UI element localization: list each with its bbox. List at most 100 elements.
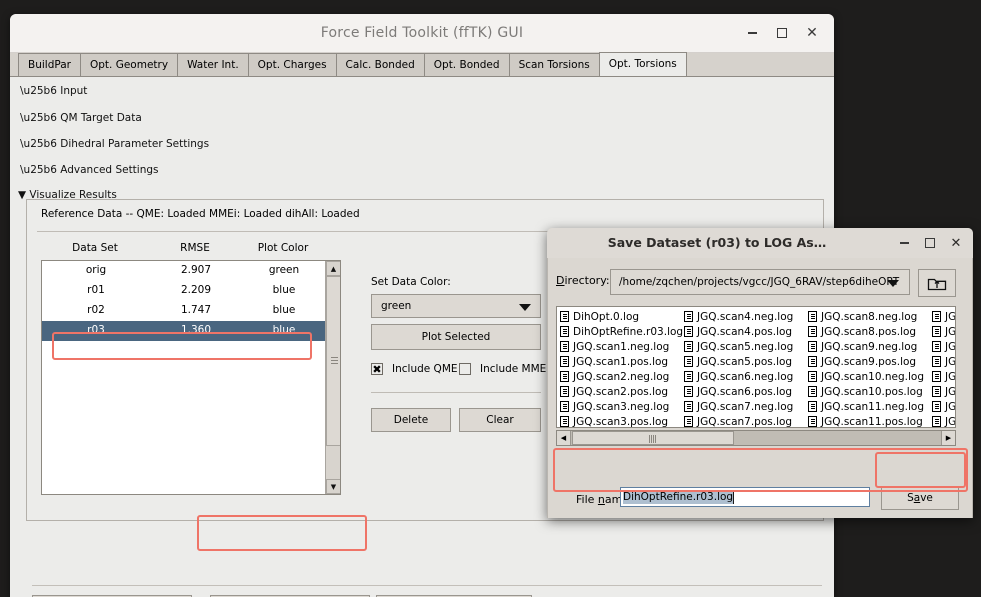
file-list-item[interactable]: JGQ. xyxy=(932,399,955,414)
tab-opt-torsions[interactable]: Opt. Torsions xyxy=(598,52,687,76)
file-list-item[interactable]: JGQ.scan5.pos.log xyxy=(684,354,806,369)
tree-item-dihedral-parameter-settings[interactable]: \u25b6 Dihedral Parameter Settings xyxy=(20,138,209,150)
file-list-item[interactable]: JGQ.scan8.pos.log xyxy=(808,324,930,339)
file-list-item[interactable]: JGQ.scan7.pos.log xyxy=(684,414,806,427)
file-list-item[interactable]: JGQ.scan2.neg.log xyxy=(560,369,682,384)
tree-item-advanced-settings[interactable]: \u25b6 Advanced Settings xyxy=(20,164,159,176)
tab-opt-bonded[interactable]: Opt. Bonded xyxy=(423,53,510,76)
document-icon xyxy=(932,341,941,352)
scroll-left-icon[interactable]: ◀ xyxy=(557,431,571,445)
file-list-horizontal-scrollbar[interactable]: ◀ ▶ xyxy=(556,430,956,446)
table-row-selected[interactable]: r03 1.360 blue xyxy=(42,321,340,341)
scrollbar-thumb[interactable] xyxy=(572,431,734,445)
file-name-label-pre: File xyxy=(576,493,598,506)
column-header-dataset: Data Set xyxy=(72,242,118,254)
folder-up-icon[interactable] xyxy=(918,269,956,297)
tab-water-int[interactable]: Water Int. xyxy=(177,53,249,76)
file-list-item[interactable]: JGQ. xyxy=(932,339,955,354)
scrollbar-thumb[interactable] xyxy=(326,276,340,446)
file-name: JGQ. xyxy=(945,385,956,398)
save-button[interactable]: Sa ve xyxy=(881,486,959,510)
file-name: JGQ.scan11.pos.log xyxy=(821,415,923,428)
file-list-item[interactable]: JGQ.scan11.pos.log xyxy=(808,414,930,428)
file-list-item[interactable]: DihOptRefine.r03.log xyxy=(560,324,683,339)
file-name: JGQ. xyxy=(945,310,956,323)
file-list-item[interactable]: JGQ.scan9.neg.log xyxy=(808,339,930,354)
file-list-item[interactable]: JGQ.scan6.neg.log xyxy=(684,369,806,384)
file-name: JGQ.scan5.neg.log xyxy=(697,340,794,353)
document-icon xyxy=(932,326,941,337)
delete-button[interactable]: Delete xyxy=(371,408,451,432)
file-list-item[interactable]: JGQ. xyxy=(932,324,955,339)
tree-item-input[interactable]: \u25b6 Input xyxy=(20,85,87,97)
plot-color-select[interactable]: green xyxy=(371,294,541,318)
file-name: JGQ.scan2.pos.log xyxy=(573,385,669,398)
file-list-item[interactable]: JGQ. xyxy=(932,309,956,324)
file-list-item[interactable]: JGQ.scan11.neg.log xyxy=(808,399,930,414)
dialog-maximize-button[interactable] xyxy=(921,234,939,252)
file-list-item[interactable]: JGQ.scan3.pos.log xyxy=(560,414,682,427)
tab-opt-geometry[interactable]: Opt. Geometry xyxy=(79,53,179,76)
tab-opt-charges[interactable]: Opt. Charges xyxy=(247,53,337,76)
cell-dataset: r03 xyxy=(87,324,105,336)
file-list-item[interactable]: JGQ.scan7.neg.log xyxy=(684,399,806,414)
file-list-item[interactable]: JGQ.scan5.neg.log xyxy=(684,339,806,354)
dataset-table[interactable]: orig 2.907 green r01 2.209 blue r02 1.74… xyxy=(41,260,341,495)
document-icon xyxy=(684,311,693,322)
maximize-button[interactable] xyxy=(772,23,792,43)
column-header-rmse: RMSE xyxy=(180,242,210,254)
minimize-button[interactable] xyxy=(742,23,762,43)
file-list-item[interactable]: JGQ.scan6.pos.log xyxy=(684,384,806,399)
file-name-input[interactable]: DihOptRefine.r03.log xyxy=(620,487,870,507)
plot-selected-button[interactable]: Plot Selected xyxy=(371,324,541,350)
document-icon xyxy=(808,371,817,382)
tab-buildpar[interactable]: BuildPar xyxy=(18,53,81,76)
file-list-item[interactable]: JGQ.scan3.neg.log xyxy=(560,399,682,414)
file-list-item[interactable]: DihOpt.0.log xyxy=(560,309,682,324)
file-list-item[interactable]: JGQ. xyxy=(932,354,955,369)
tab-calc-bonded[interactable]: Calc. Bonded xyxy=(335,53,425,76)
file-name: JGQ.scan6.pos.log xyxy=(697,385,793,398)
file-list-item[interactable]: JGQ.scan8.neg.log xyxy=(808,309,930,324)
file-list-item[interactable]: JGQ.scan10.pos.log xyxy=(808,384,930,399)
scroll-right-icon[interactable]: ▶ xyxy=(941,431,955,445)
file-list-item[interactable]: JGQ.scan10.neg.log xyxy=(808,369,930,384)
checkbox-mark xyxy=(459,363,471,375)
directory-value: /home/zqchen/projects/vgcc/JGQ_6RAV/step… xyxy=(619,276,900,288)
dialog-close-button[interactable]: ✕ xyxy=(947,234,965,252)
table-vertical-scrollbar[interactable]: ▲ ▼ xyxy=(325,261,340,494)
tab-scan-torsions[interactable]: Scan Torsions xyxy=(508,53,600,76)
main-titlebar: Force Field Toolkit (ffTK) GUI ✕ xyxy=(10,14,834,53)
scroll-up-icon[interactable]: ▲ xyxy=(326,261,340,276)
scroll-down-icon[interactable]: ▼ xyxy=(326,479,340,494)
file-list-item[interactable]: JGQ.scan9.pos.log xyxy=(808,354,930,369)
chevron-down-icon xyxy=(887,280,899,287)
table-row[interactable]: r02 1.747 blue xyxy=(42,301,340,321)
document-icon xyxy=(932,311,941,322)
directory-select[interactable]: /home/zqchen/projects/vgcc/JGQ_6RAV/step… xyxy=(610,269,910,295)
file-list-item[interactable]: JGQ.scan4.pos.log xyxy=(684,324,806,339)
clear-button[interactable]: Clear xyxy=(459,408,541,432)
file-list-item[interactable]: JGQ. xyxy=(932,369,955,384)
file-name: JGQ. xyxy=(945,415,956,428)
include-qme-checkbox[interactable]: ✖ Include QME xyxy=(371,363,458,375)
file-name: JGQ.scan1.neg.log xyxy=(573,340,670,353)
dialog-minimize-button[interactable] xyxy=(895,234,913,252)
document-icon xyxy=(932,401,941,412)
table-row[interactable]: orig 2.907 green xyxy=(42,261,340,281)
file-list-item[interactable]: JGQ.scan1.pos.log xyxy=(560,354,682,369)
dialog-titlebar: Save Dataset (r03) to LOG As… ✕ xyxy=(547,228,973,258)
file-list-item[interactable]: JGQ. xyxy=(932,384,956,399)
file-list[interactable]: DihOpt.0.log DihOptRefine.r03.log JGQ.scan… xyxy=(556,306,956,428)
file-list-column: JGQ. JGQ. JGQ. JGQ. JGQ. JGQ. JGQ. JGQ. xyxy=(932,309,956,428)
table-row[interactable]: r01 2.209 blue xyxy=(42,281,340,301)
file-list-item[interactable]: JGQ.scan2.pos.log xyxy=(560,384,682,399)
tree-item-qm-target-data[interactable]: \u25b6 QM Target Data xyxy=(20,112,142,124)
file-list-item[interactable]: JGQ.scan1.neg.log xyxy=(560,339,682,354)
file-list-item[interactable]: JGQ. xyxy=(932,414,956,428)
close-button[interactable]: ✕ xyxy=(802,23,822,43)
save-dataset-dialog: Save Dataset (r03) to LOG As… ✕ Director… xyxy=(547,228,973,518)
document-icon xyxy=(560,416,569,427)
file-list-item[interactable]: JGQ.scan4.neg.log xyxy=(684,309,806,324)
include-mmei-checkbox[interactable]: Include MMEi xyxy=(459,363,549,375)
